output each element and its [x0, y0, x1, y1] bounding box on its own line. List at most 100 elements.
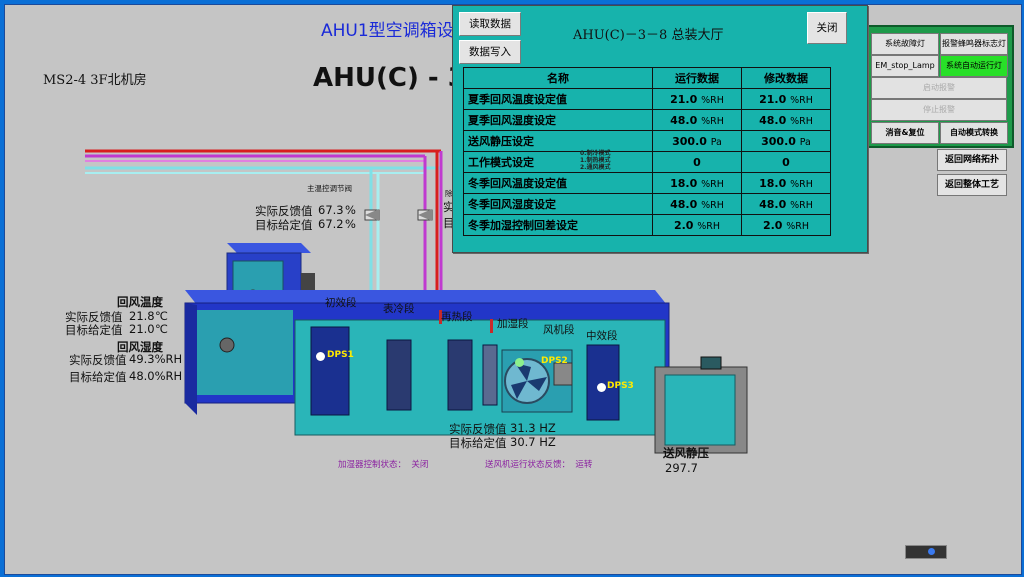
dps2-label: DPS2 — [541, 356, 568, 366]
fan-sp-value: 30.7 HZ — [510, 435, 556, 449]
fault-lamp: 系统故障灯 — [871, 33, 939, 55]
damper-actuator-icon — [301, 273, 315, 291]
fan-status: 送风机运行状态反馈： 运转 — [485, 458, 592, 470]
table-row: 夏季回风湿度设定 48.0 %RH 48.0 %RH — [463, 109, 831, 131]
return-temp-fb-value: 21.8 — [129, 309, 155, 323]
parameter-dialog: 读取数据 数据写入 AHU(C)－3－8 总装大厅 关闭 名称 运行数据 修改数… — [452, 5, 868, 253]
scada-window: AHU1型空调箱设 MS2-4 3F北机房 AHU(C) - 3 初效段 表冷段… — [4, 4, 1022, 575]
return-temp-sp-unit: ℃ — [155, 322, 168, 336]
humidifier — [482, 344, 498, 406]
fan-motor-icon — [553, 362, 573, 386]
humidifier-status-value: 关闭 — [411, 460, 429, 470]
return-temp-sp-value: 21.0 — [129, 322, 155, 336]
row-name: 工作模式设定 0.制冷模式 1.制热模式 2.通风模式 — [463, 150, 653, 173]
fan-status-label: 送风机运行状态反馈： — [485, 460, 571, 470]
humidifier-status-label: 加湿器控制状态： — [338, 460, 407, 470]
valve-sp-value: 67.2 — [318, 217, 344, 231]
mod-value[interactable]: 300.0 Pa — [741, 130, 831, 152]
mod-value[interactable]: 0 — [741, 151, 831, 173]
col-mod: 修改数据 — [741, 67, 831, 89]
auto-mode-button[interactable]: 自动模式转换 — [940, 122, 1008, 144]
reheat-coil — [447, 339, 473, 411]
run-value: 2.0 %RH — [652, 214, 742, 236]
run-value: 21.0 %RH — [652, 88, 742, 110]
mod-value[interactable]: 2.0 %RH — [741, 214, 831, 236]
valve-label: 主温控调节阀 — [307, 184, 352, 193]
table-row: 送风静压设定 300.0 Pa 300.0 Pa — [463, 130, 831, 152]
tray-icon — [928, 548, 935, 555]
cooling-coil — [386, 339, 412, 411]
table-header-row: 名称 运行数据 修改数据 — [463, 67, 831, 89]
mod-value[interactable]: 21.0 %RH — [741, 88, 831, 110]
return-hum-fb-value: 49.3%RH — [129, 352, 183, 366]
auto-run-lamp: 系统自动运行灯 — [940, 55, 1008, 77]
run-value: 0 — [652, 151, 742, 173]
section-fan: 风机段 — [543, 324, 575, 336]
table-row: 夏季回风温度设定值 21.0 %RH 21.0 %RH — [463, 88, 831, 110]
stop-alarm-button[interactable]: 停止报警 — [871, 99, 1007, 121]
run-value: 18.0 %RH — [652, 172, 742, 194]
section-primary-filter: 初效段 — [325, 297, 357, 309]
return-temp-sp-label: 目标给定值 — [65, 323, 123, 337]
fan-status-value: 运转 — [575, 460, 593, 470]
table-row: 工作模式设定 0.制冷模式 1.制热模式 2.通风模式 0 0 — [463, 150, 831, 173]
read-data-button[interactable]: 读取数据 — [459, 12, 521, 36]
valve-fb-value: 67.3 — [318, 203, 344, 217]
run-value: 48.0 %RH — [652, 193, 742, 215]
return-hum-sp-value: 48.0%RH — [129, 369, 183, 383]
dps3-indicator — [597, 383, 606, 392]
alarm-lamp: 报警蜂鸣器标志灯 — [940, 33, 1008, 55]
system-tray[interactable] — [905, 545, 947, 559]
mode-options: 0.制冷模式 1.制热模式 2.通风模式 — [580, 150, 611, 171]
humidifier-status: 加湿器控制状态： 关闭 — [338, 458, 428, 470]
fan-sp-label: 目标给定值 — [449, 436, 507, 450]
row-name: 冬季回风温度设定值 — [463, 172, 653, 194]
start-alarm-button[interactable]: 启动报警 — [871, 77, 1007, 99]
return-hum-fb-label: 实际反馈值 — [69, 353, 127, 367]
valve-fb-unit: % — [345, 203, 356, 217]
table-row: 冬季回风温度设定值 18.0 %RH 18.0 %RH — [463, 172, 831, 194]
section-humidify: 加湿段 — [497, 318, 529, 330]
col-run: 运行数据 — [652, 67, 742, 89]
close-button[interactable]: 关闭 — [807, 12, 847, 44]
heating-valve-icon — [417, 209, 433, 221]
row-name: 冬季加湿控制回差设定 — [463, 214, 653, 236]
return-hum-sp-label: 目标给定值 — [69, 370, 127, 384]
return-process-button[interactable]: 返回整体工艺 — [937, 174, 1007, 196]
row-name: 夏季回风温度设定值 — [463, 88, 653, 110]
pressure-sensor-icon — [700, 356, 722, 370]
dps1-label: DPS1 — [327, 350, 354, 360]
dps1-indicator — [316, 352, 325, 361]
run-value: 48.0 %RH — [652, 109, 742, 131]
return-temp-title: 回风温度 — [117, 295, 163, 309]
mod-value[interactable]: 48.0 %RH — [741, 109, 831, 131]
dps3-label: DPS3 — [607, 381, 634, 391]
table-row: 冬季加湿控制回差设定 2.0 %RH 2.0 %RH — [463, 214, 831, 236]
em-stop-lamp: EM_stop_Lamp — [871, 55, 939, 77]
dialog-title: AHU(C)－3－8 总装大厅 — [573, 28, 724, 43]
section-reheat: 再热段 — [441, 311, 473, 323]
primary-filter — [310, 326, 350, 416]
supply-pressure-title: 送风静压 — [663, 446, 709, 460]
cooling-valve-icon — [364, 209, 380, 221]
supply-pressure-value: 297.7 — [665, 461, 698, 475]
row-name: 送风静压设定 — [463, 130, 653, 152]
valve-sp-label: 目标给定值 — [255, 218, 313, 232]
dps2-indicator — [515, 358, 524, 367]
row-name: 夏季回风湿度设定 — [463, 109, 653, 131]
run-value: 300.0 Pa — [652, 130, 742, 152]
fan-fb-value: 31.3 HZ — [510, 421, 556, 435]
mod-value[interactable]: 18.0 %RH — [741, 172, 831, 194]
col-name: 名称 — [463, 67, 653, 89]
return-topology-button[interactable]: 返回网络拓扑 — [937, 149, 1007, 171]
row-name: 冬季回风湿度设定 — [463, 193, 653, 215]
section-medium-filter: 中效段 — [586, 330, 618, 342]
section-cooling: 表冷段 — [383, 303, 415, 315]
valve-sp-unit: % — [345, 217, 356, 231]
alarm-control-panel: 系统故障灯 报警蜂鸣器标志灯 EM_stop_Lamp 系统自动运行灯 启动报警… — [866, 25, 1014, 148]
table-row: 冬季回风湿度设定 48.0 %RH 48.0 %RH — [463, 193, 831, 215]
mod-value[interactable]: 48.0 %RH — [741, 193, 831, 215]
parameter-table: 名称 运行数据 修改数据 夏季回风温度设定值 21.0 %RH 21.0 %RH… — [463, 67, 831, 236]
write-data-button[interactable]: 数据写入 — [459, 40, 521, 64]
mute-reset-button[interactable]: 消音&复位 — [871, 122, 939, 144]
